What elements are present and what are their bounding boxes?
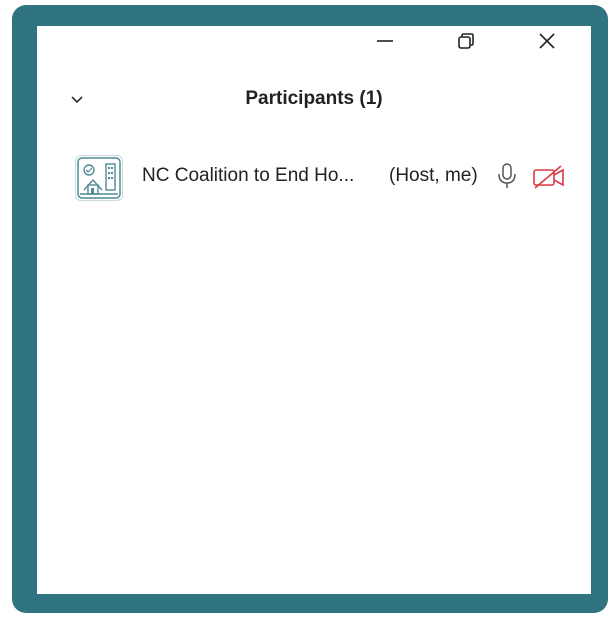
participant-row[interactable]: NC Coalition to End Ho... (Host, me) bbox=[37, 150, 591, 204]
video-off-icon bbox=[533, 165, 564, 189]
restore-button[interactable] bbox=[446, 26, 486, 56]
restore-icon bbox=[458, 33, 474, 49]
panel-header: Participants (1) bbox=[37, 84, 591, 116]
organization-logo bbox=[77, 157, 121, 199]
participant-avatar bbox=[75, 155, 123, 201]
participants-panel: Participants (1) NC Coalition to End Ho.… bbox=[37, 26, 591, 594]
minimize-button[interactable] bbox=[365, 26, 405, 56]
video-toggle-button[interactable] bbox=[531, 163, 567, 191]
panel-title: Participants (1) bbox=[245, 88, 383, 109]
close-icon bbox=[539, 33, 555, 49]
participant-role: (Host, me) bbox=[389, 165, 478, 186]
mute-button[interactable] bbox=[495, 161, 519, 191]
participant-name: NC Coalition to End Ho... bbox=[142, 165, 355, 186]
close-button[interactable] bbox=[527, 26, 567, 56]
minimize-icon bbox=[377, 40, 393, 42]
microphone-icon bbox=[498, 163, 516, 188]
